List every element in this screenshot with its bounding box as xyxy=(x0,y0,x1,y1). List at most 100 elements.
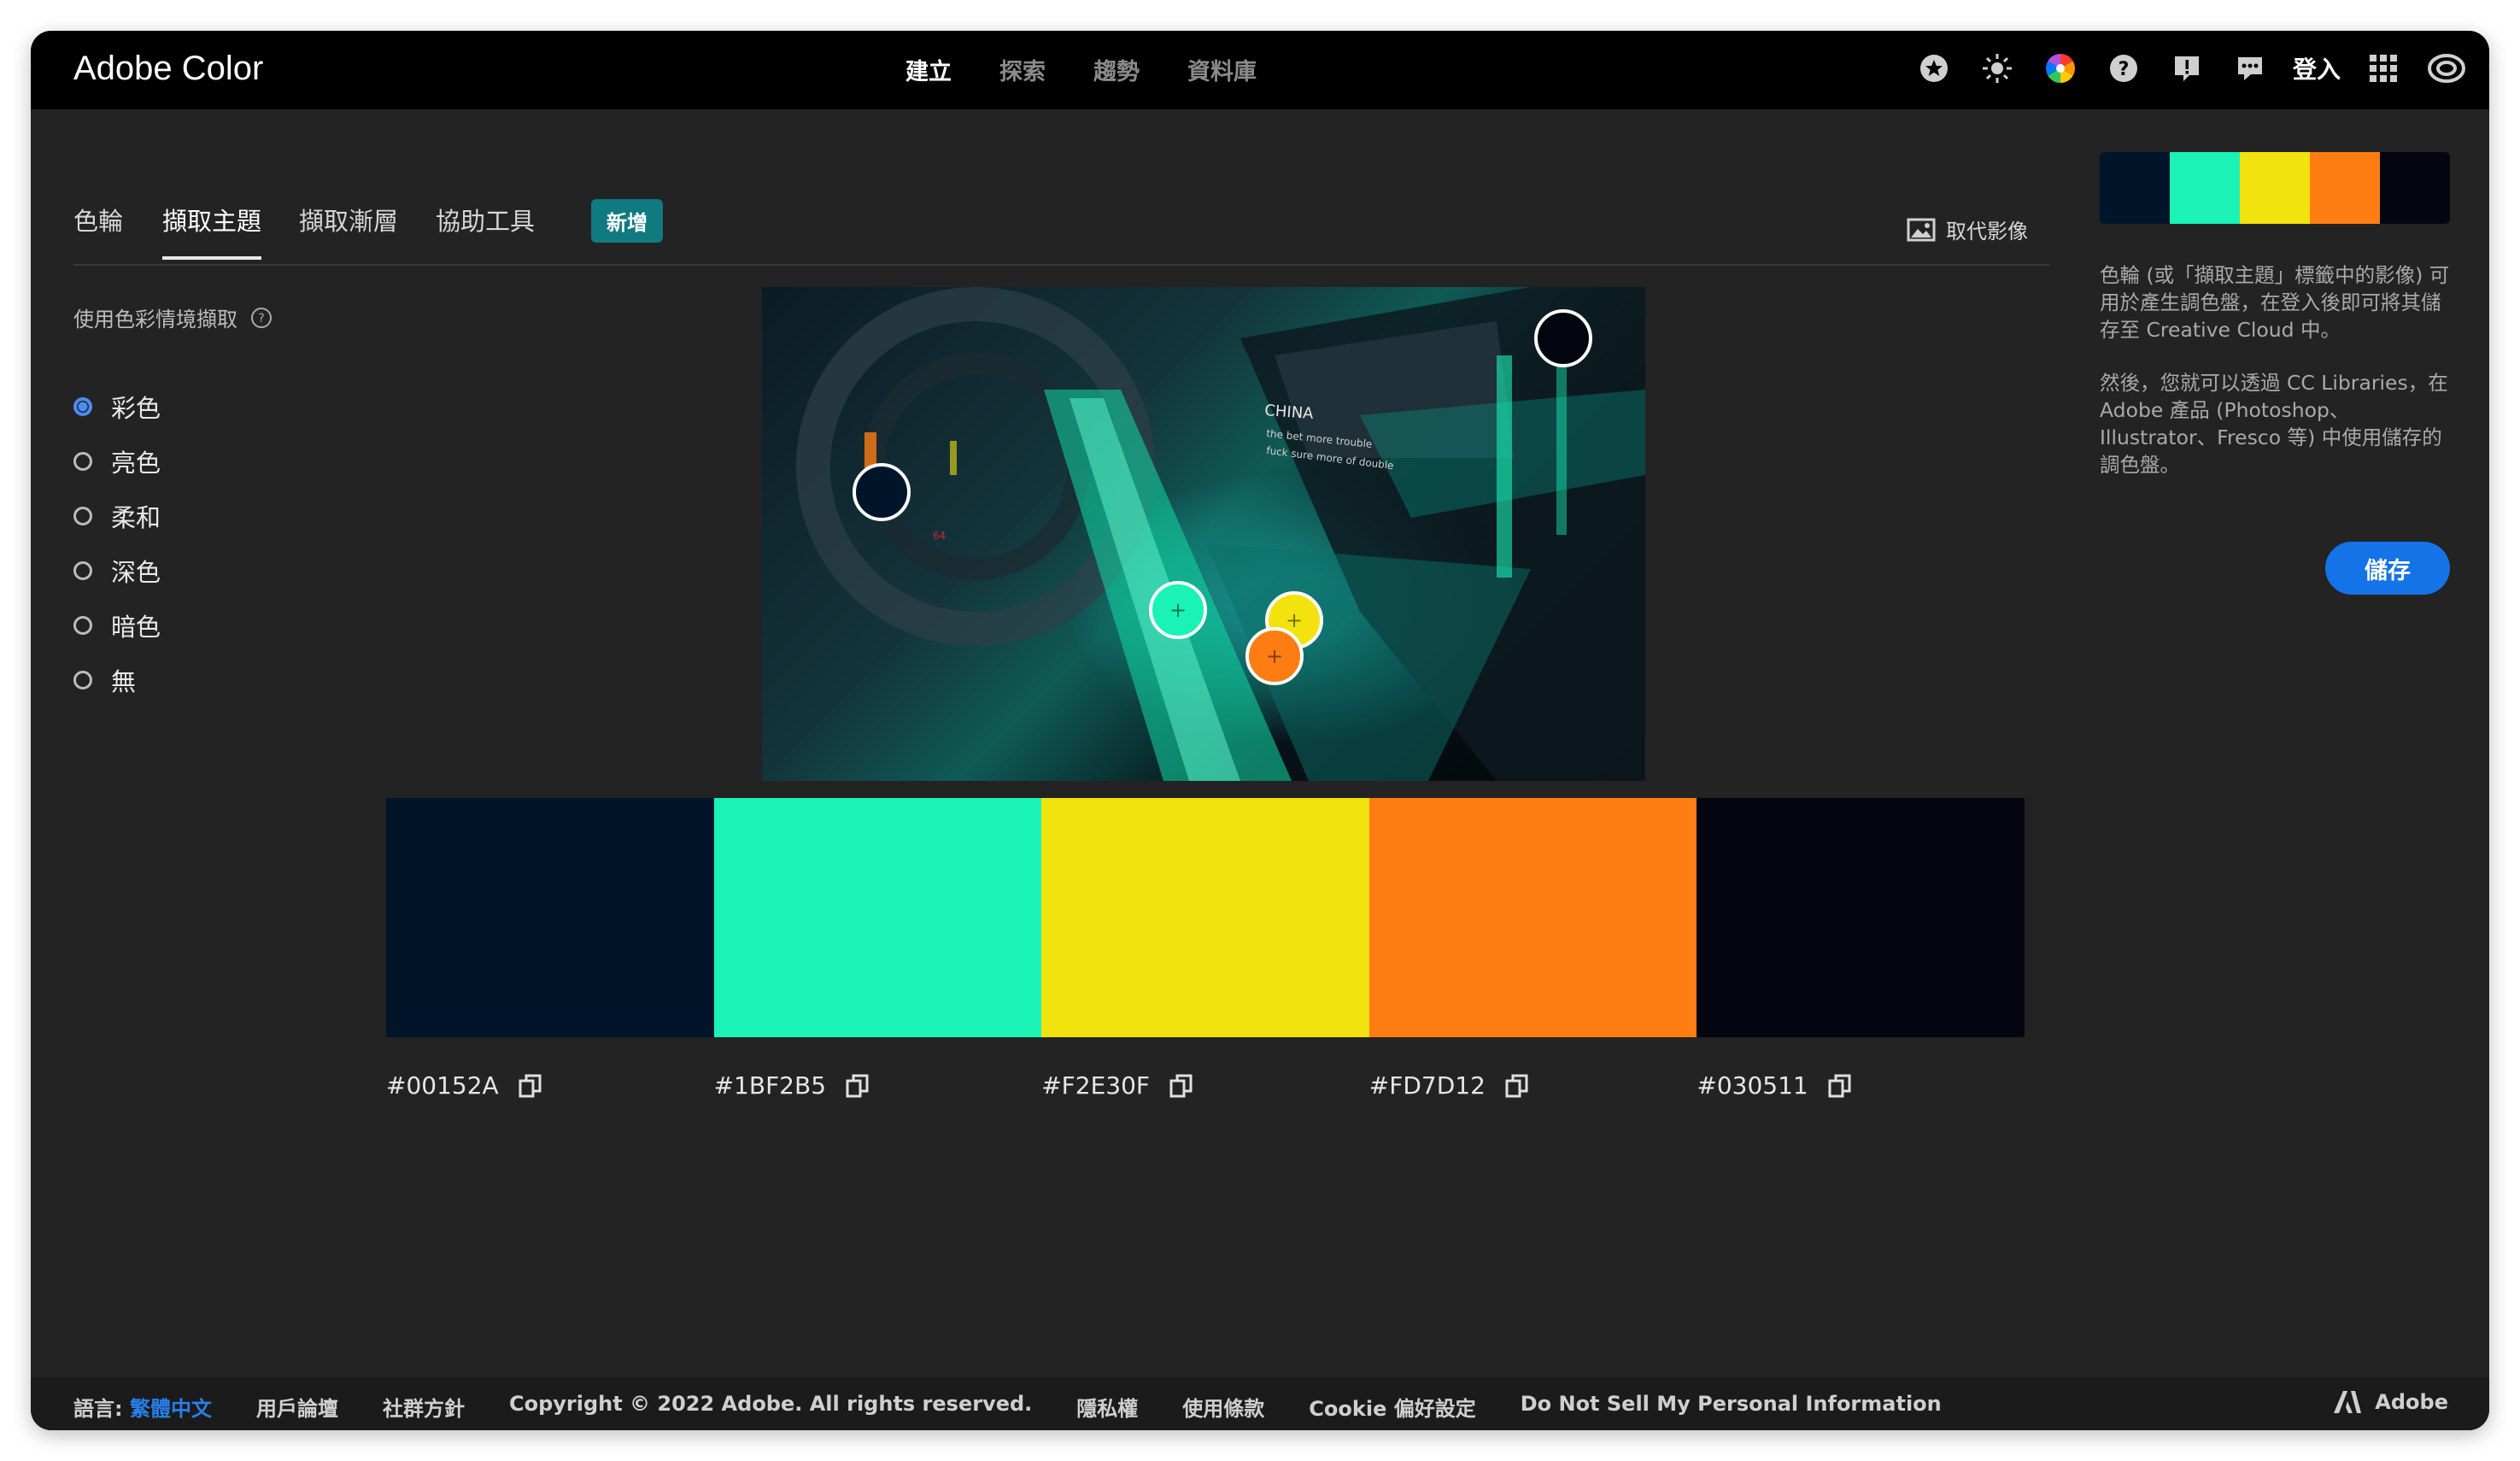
svg-text:?: ? xyxy=(258,312,264,326)
svg-text:?: ? xyxy=(2119,59,2130,80)
tab-extract-theme[interactable]: 擷取主題 xyxy=(162,202,262,260)
hex-code-3: #F2E30F xyxy=(1041,1071,1369,1100)
star-icon[interactable] xyxy=(1913,48,1954,89)
mood-label: 彩色 xyxy=(111,394,161,423)
language-selector[interactable]: 語言: 繁體中文 xyxy=(73,1392,212,1422)
mood-label: 暗色 xyxy=(111,613,161,642)
radio[interactable] xyxy=(73,452,92,471)
hex-value[interactable]: #F2E30F xyxy=(1041,1071,1150,1100)
header-icons: ? 登入 xyxy=(1913,48,2467,89)
mood-option-none[interactable]: 無 xyxy=(73,653,161,707)
image-tag: 64 xyxy=(933,530,946,542)
plus-icon: + xyxy=(1169,598,1187,622)
color-swatch-1[interactable] xyxy=(386,798,714,1037)
copy-icon[interactable] xyxy=(1827,1073,1853,1099)
replace-image-label: 取代影像 xyxy=(1946,220,2028,244)
copy-icon[interactable] xyxy=(845,1073,870,1099)
palette-preview xyxy=(2100,152,2450,224)
color-wheel-icon[interactable] xyxy=(2040,48,2081,89)
hex-value[interactable]: #FD7D12 xyxy=(1369,1071,1486,1100)
sign-text: CHINA xyxy=(1264,402,1315,423)
mood-option-dark[interactable]: 暗色 xyxy=(73,598,161,653)
copy-icon[interactable] xyxy=(1169,1073,1194,1099)
help-icon[interactable]: ? xyxy=(2103,48,2144,89)
mood-title: 使用色彩情境擷取 ? xyxy=(73,302,273,332)
top-bar: Adobe Color 建立 探索 趨勢 資料庫 ? 登入 xyxy=(31,31,2489,109)
replace-image-button[interactable]: 取代影像 xyxy=(1907,214,2028,244)
save-button[interactable]: 儲存 xyxy=(2325,542,2450,595)
top-nav: 建立 探索 趨勢 資料庫 xyxy=(905,53,1257,86)
color-swatch-2[interactable] xyxy=(713,798,1042,1037)
footer-link-forum[interactable]: 用戶論壇 xyxy=(256,1392,338,1422)
color-swatch-4[interactable] xyxy=(1368,798,1697,1037)
creative-cloud-icon[interactable] xyxy=(2426,48,2467,89)
radio[interactable] xyxy=(73,561,92,580)
copy-icon[interactable] xyxy=(518,1073,543,1099)
preview-swatch xyxy=(2170,152,2240,224)
nav-explore[interactable]: 探索 xyxy=(999,53,1046,86)
adobe-brand-label: Adobe xyxy=(2375,1390,2448,1414)
source-image[interactable]: CHINA the bet more trouble fuck sure mor… xyxy=(762,287,1645,781)
radio-selected[interactable] xyxy=(73,397,92,416)
mood-label: 無 xyxy=(111,667,137,696)
radio[interactable] xyxy=(73,507,92,525)
hex-code-5: #030511 xyxy=(1697,1071,2025,1100)
tab-accessibility-tools[interactable]: 協助工具 xyxy=(436,202,535,238)
color-picker-marker-5[interactable] xyxy=(1534,309,1592,367)
color-picker-marker-2[interactable]: + xyxy=(1149,581,1207,639)
alert-icon[interactable] xyxy=(2166,48,2207,89)
footer-link-do-not-sell[interactable]: Do Not Sell My Personal Information xyxy=(1521,1392,1942,1422)
nav-library[interactable]: 資料庫 xyxy=(1187,53,1257,86)
mood-option-bright[interactable]: 亮色 xyxy=(73,434,161,489)
footer-link-cookies[interactable]: Cookie 偏好設定 xyxy=(1309,1392,1475,1422)
mood-option-deep[interactable]: 深色 xyxy=(73,543,161,598)
radio[interactable] xyxy=(73,671,92,689)
footer-link-terms[interactable]: 使用條款 xyxy=(1182,1392,1264,1422)
hex-value[interactable]: #030511 xyxy=(1697,1071,1808,1100)
app-grid-icon[interactable] xyxy=(2363,48,2404,89)
hex-value[interactable]: #00152A xyxy=(386,1071,499,1100)
mood-option-colorful[interactable]: 彩色 xyxy=(73,379,161,434)
feedback-icon[interactable] xyxy=(2230,48,2271,89)
signin-link[interactable]: 登入 xyxy=(2293,51,2341,85)
app-window: Adobe Color 建立 探索 趨勢 資料庫 ? 登入 色輪 擷取主題 擷取… xyxy=(31,31,2489,1430)
preview-swatch xyxy=(2100,152,2170,224)
sub-tabs: 色輪 擷取主題 擷取漸層 協助工具 新增 取代影像 xyxy=(73,172,2050,266)
radio[interactable] xyxy=(73,616,92,635)
preview-swatch xyxy=(2240,152,2310,224)
color-picker-marker-1[interactable] xyxy=(853,463,911,521)
adobe-brand[interactable]: Adobe xyxy=(2332,1389,2448,1415)
copy-icon[interactable] xyxy=(1504,1073,1530,1099)
nav-trends[interactable]: 趨勢 xyxy=(1093,53,1140,86)
tab-color-wheel[interactable]: 色輪 xyxy=(73,202,123,238)
brightness-icon[interactable] xyxy=(1977,48,2018,89)
language-value[interactable]: 繁體中文 xyxy=(130,1397,212,1421)
new-badge: 新增 xyxy=(591,199,663,243)
app-logo[interactable]: Adobe Color xyxy=(73,50,263,88)
footer-copyright: Copyright © 2022 Adobe. All rights reser… xyxy=(508,1392,1033,1416)
hex-value[interactable]: #1BF2B5 xyxy=(714,1071,826,1100)
nav-create[interactable]: 建立 xyxy=(905,53,952,86)
tab-extract-gradient[interactable]: 擷取漸層 xyxy=(299,202,398,238)
mood-label: 柔和 xyxy=(111,503,161,532)
color-picker-marker-4[interactable]: + xyxy=(1245,627,1304,685)
language-label: 語言: xyxy=(73,1397,123,1421)
help-circle-icon[interactable]: ? xyxy=(249,306,273,330)
preview-swatch xyxy=(2310,152,2380,224)
info-paragraph-1: 色輪 (或「擷取主題」標籤中的影像) 可用於產生調色盤，在登入後即可將其儲存至 … xyxy=(2100,263,2450,342)
palette-swatches xyxy=(386,798,2025,1037)
hex-code-1: #00152A xyxy=(386,1071,714,1100)
info-paragraph-2: 然後，您就可以透過 CC Libraries，在 Adobe 產品 (Photo… xyxy=(2100,371,2448,477)
mood-option-muted[interactable]: 柔和 xyxy=(73,489,161,543)
footer-link-privacy[interactable]: 隱私權 xyxy=(1076,1392,1138,1422)
mood-label: 亮色 xyxy=(111,449,161,478)
hex-code-2: #1BF2B5 xyxy=(714,1071,1042,1100)
adobe-logo-icon xyxy=(2334,1391,2362,1413)
hex-code-4: #FD7D12 xyxy=(1369,1071,1697,1100)
footer-link-community[interactable]: 社群方針 xyxy=(383,1392,465,1422)
mood-options: 彩色 亮色 柔和 深色 暗色 無 xyxy=(73,379,161,707)
color-swatch-3[interactable] xyxy=(1041,798,1369,1037)
color-swatch-5[interactable] xyxy=(1697,798,2025,1037)
info-panel: 色輪 (或「擷取主題」標籤中的影像) 可用於產生調色盤，在登入後即可將其儲存至 … xyxy=(2100,261,2458,504)
preview-swatch xyxy=(2380,152,2450,224)
